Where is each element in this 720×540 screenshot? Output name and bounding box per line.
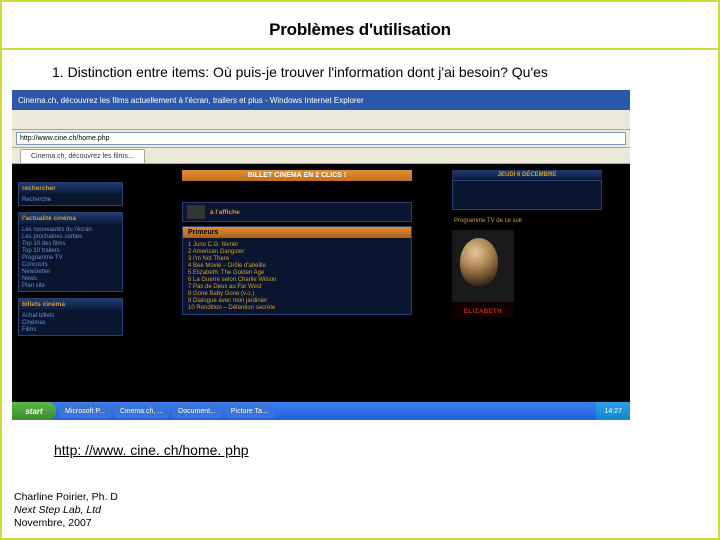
taskbar-item[interactable]: Picture Ta... [225,404,274,418]
list-item[interactable]: 2 American Gangster [188,248,406,255]
list-item[interactable]: 7 Pas de Deux au Far West [188,283,406,290]
sidebar-item[interactable]: Achat billets [22,312,119,319]
main-column: BILLET CINÉMA EN 2 CLICS ! [182,170,412,185]
tv-program: Programme TV de ce soir ELIZABETH [452,216,602,318]
date-heading: JEUDI 6 DÉCEMBRE [452,170,602,180]
browser-screenshot: Cinema.ch, découvrez les films actuellem… [12,90,630,420]
sidebar-item[interactable]: Newsletter [22,268,119,275]
tv-heading: Programme TV de ce soir [452,216,602,226]
list-item[interactable]: 5 Elizabeth: The Golden Age [188,269,406,276]
windows-taskbar: start Microsoft P... Cinema.ch, ... Docu… [12,402,630,420]
slide-footer: Charline Poirier, Ph. D Next Step Lab, L… [14,491,118,530]
list-item[interactable]: 1 Juno C.G. février [188,241,406,248]
sidebar-item[interactable]: Plan site [22,282,119,289]
window-title-text: Cinema.ch, découvrez les films actuellem… [18,96,364,105]
tab-bar: Cinema.ch, découvrez les films... [12,148,630,164]
browser-tab[interactable]: Cinema.ch, découvrez les films... [20,149,145,163]
sidebar-box-search: rechercher Recherche [18,182,123,206]
sidebar-heading: rechercher [19,183,122,194]
address-text: http://www.cine.ch/home.php [20,135,110,142]
sidebar-heading: billets cinéma [19,299,122,310]
browser-toolbar[interactable] [12,110,630,130]
bullet-text: 1. Distinction entre items: Où puis-je t… [2,52,718,90]
sidebar-item[interactable]: Les nouveautés du l'écran [22,226,119,233]
list-item[interactable]: 10 Rendition – Détention secrète [188,304,406,311]
block-heading: Primeurs [183,227,411,238]
tab-label: Cinema.ch, découvrez les films... [31,153,134,160]
right-column: JEUDI 6 DÉCEMBRE Programme TV de ce soir… [452,170,602,318]
sidebar-box-billets: billets cinéma Achat billetsCinémasFilms [18,298,123,336]
slide-title: Problèmes d'utilisation [2,2,718,50]
taskbar-item[interactable]: Cinema.ch, ... [114,404,169,418]
sidebar-item[interactable]: Concours [22,261,119,268]
sidebar-item[interactable]: Films [22,326,119,333]
list-item[interactable]: 9 Dialogue avec mon jardinier [188,297,406,304]
main-block-primeurs: Primeurs 1 Juno C.G. février2 American G… [182,226,412,315]
window-titlebar: Cinema.ch, découvrez les films actuellem… [12,90,630,110]
date-box [452,180,602,210]
footer-lab: Next Step Lab, Ltd [14,504,118,517]
address-input[interactable]: http://www.cine.ch/home.php [16,132,626,145]
footer-date: Novembre, 2007 [14,517,118,530]
source-url[interactable]: http: //www. cine. ch/home. php [2,420,718,464]
promo-banner[interactable]: BILLET CINÉMA EN 2 CLICS ! [182,170,412,181]
list-item[interactable]: 6 La Guerre selon Charlie Wilson [188,276,406,283]
sidebar-heading: l'actualité cinéma [19,213,122,224]
billboard-thumb [187,205,205,219]
sidebar-item[interactable]: Programme TV [22,254,119,261]
movie-poster[interactable]: ELIZABETH [452,230,514,318]
sidebar-item[interactable]: News [22,275,119,282]
taskbar-item[interactable]: Document... [172,404,222,418]
sidebar-box-actu: l'actualité cinéma Les nouveautés du l'é… [18,212,123,292]
billboard-label: à l'affiche [210,209,240,216]
start-button[interactable]: start [12,402,56,420]
address-bar-row: http://www.cine.ch/home.php [12,130,630,148]
sidebar-item[interactable]: Cinémas [22,319,119,326]
list-item[interactable]: 4 Bee Movie – Drôle d'abeille [188,262,406,269]
system-tray[interactable]: 14:27 [596,402,630,420]
sidebar-item[interactable]: Les prochaines sorties [22,233,119,240]
poster-title: ELIZABETH [452,309,514,315]
billboard-row: à l'affiche [182,202,412,222]
list-item[interactable]: 3 I'm Not There [188,255,406,262]
page-content: rechercher Recherche l'actualité cinéma … [12,164,630,402]
sidebar-item[interactable]: Recherche [22,196,119,203]
sidebar-item[interactable]: Top 10 trailers [22,247,119,254]
sidebar-item[interactable]: Top 10 des films [22,240,119,247]
taskbar-item[interactable]: Microsoft P... [59,404,111,418]
list-item[interactable]: 8 Gone Baby Gone (v.o.) [188,290,406,297]
sidebar: rechercher Recherche l'actualité cinéma … [18,182,123,342]
footer-author: Charline Poirier, Ph. D [14,491,118,504]
tray-clock: 14:27 [604,408,622,415]
